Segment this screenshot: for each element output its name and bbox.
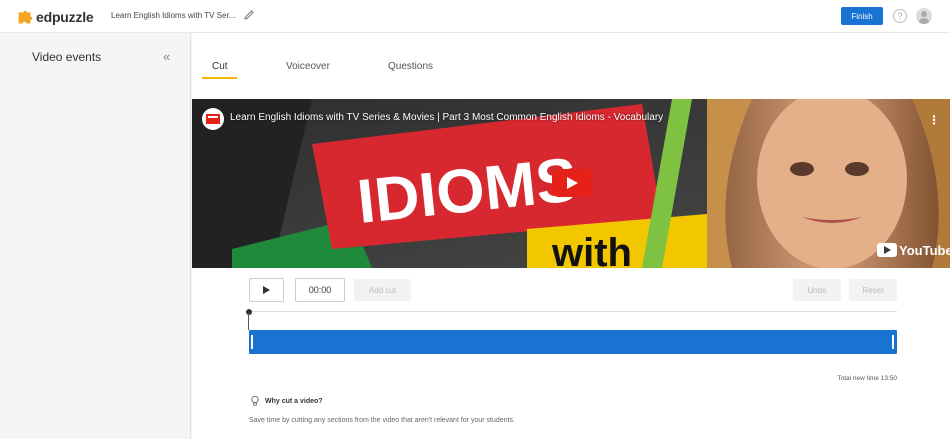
channel-logo-icon <box>206 114 220 124</box>
timeline-bar[interactable] <box>249 330 897 354</box>
trim-handle-end[interactable] <box>892 335 894 349</box>
youtube-play-button[interactable] <box>552 169 592 197</box>
playhead-handle[interactable] <box>246 309 252 315</box>
tab-voiceover[interactable]: Voiceover <box>286 61 330 72</box>
trim-handle-start[interactable] <box>251 335 253 349</box>
user-icon <box>919 11 929 24</box>
editor-main: Cut Voiceover Questions IDIOMS with Lear… <box>192 33 950 439</box>
channel-logo[interactable] <box>202 108 224 130</box>
play-icon <box>263 286 270 294</box>
tip-title: Why cut a video? <box>265 398 323 405</box>
playhead-line <box>248 313 249 330</box>
total-new-time: Total new time 13:50 <box>837 375 897 382</box>
finish-button[interactable]: Finish <box>841 7 883 25</box>
video-title[interactable]: Learn English Idioms with TV Ser... <box>111 11 235 20</box>
video-overlay-title[interactable]: Learn English Idioms with TV Series & Mo… <box>230 112 663 123</box>
youtube-label: YouTube <box>899 242 950 258</box>
play-icon <box>567 177 578 189</box>
puzzle-logo-icon <box>18 10 33 23</box>
brand-name: edpuzzle <box>36 9 94 25</box>
edpuzzle-logo[interactable]: edpuzzle <box>16 8 94 26</box>
editor-tabs: Cut Voiceover Questions <box>192 33 950 83</box>
active-tab-indicator <box>202 77 237 79</box>
tab-cut[interactable]: Cut <box>212 61 228 72</box>
youtube-icon <box>877 243 897 257</box>
current-time-field[interactable]: 00:00 <box>295 278 345 302</box>
tip-text: Save time by cutting any sections from t… <box>249 417 515 424</box>
sidebar-title: Video events <box>32 50 102 64</box>
more-options-icon[interactable]: ⋮ <box>928 113 940 127</box>
video-events-sidebar: Video events « <box>16 33 191 439</box>
play-button[interactable] <box>249 278 284 302</box>
lightbulb-icon <box>251 395 259 406</box>
collapse-icon[interactable]: « <box>163 49 170 64</box>
avatar[interactable] <box>916 8 932 24</box>
add-cut-button[interactable]: Add cut <box>354 279 411 301</box>
video-player[interactable]: IDIOMS with Learn English Idioms with TV… <box>192 99 950 268</box>
top-bar: edpuzzle Learn English Idioms with TV Se… <box>0 0 950 33</box>
banner-sub-word: with <box>551 231 632 268</box>
timeline-track <box>249 311 897 312</box>
pencil-icon[interactable] <box>243 9 255 21</box>
reset-button[interactable]: Reset <box>849 279 897 301</box>
youtube-logo[interactable]: YouTube <box>877 241 950 259</box>
tab-questions[interactable]: Questions <box>388 61 433 72</box>
help-icon[interactable]: ? <box>893 9 907 23</box>
undo-button[interactable]: Undo <box>793 279 841 301</box>
